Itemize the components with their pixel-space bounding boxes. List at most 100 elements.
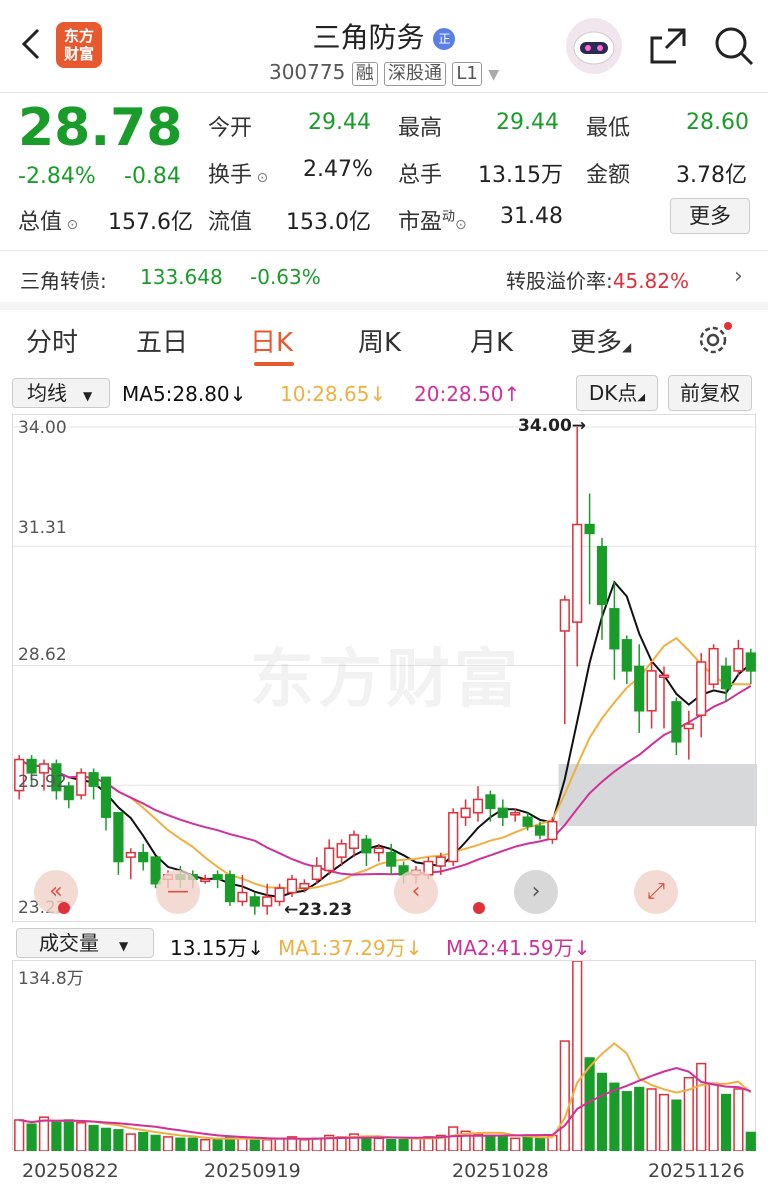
chevron-right-icon[interactable]: › [734, 264, 743, 289]
volume-bar [262, 1138, 273, 1152]
volume-bar [187, 1137, 198, 1152]
volume-bar [534, 1137, 546, 1152]
tab-active-indicator [254, 362, 294, 366]
adjust-button[interactable]: 前复权 [668, 375, 752, 411]
volume-bar [410, 1137, 422, 1152]
search-icon[interactable] [712, 24, 756, 68]
marker-dot [58, 902, 70, 914]
volume-bar [51, 1120, 62, 1152]
candle-body [435, 856, 446, 867]
high-label: 最高 [398, 116, 443, 141]
tab-monthly-k[interactable]: 月K [470, 322, 513, 359]
volume-bar [485, 1134, 496, 1152]
candle-body [448, 812, 459, 863]
volume-bar [150, 1134, 161, 1152]
rewind-icon[interactable]: « [34, 870, 78, 914]
volume-chart[interactable] [12, 960, 756, 1152]
volume-bar [671, 1099, 682, 1152]
ma5-value: MA5:28.80↓ [122, 382, 247, 406]
tab-weekly-k[interactable]: 周K [358, 322, 401, 359]
bond-price: 133.648 [140, 265, 223, 289]
candle-body [621, 639, 632, 672]
info-icon[interactable]: ⊙ [62, 217, 78, 233]
volume-bar [559, 1040, 570, 1152]
robot-avatar-icon[interactable] [566, 18, 622, 74]
candle-body [237, 891, 248, 903]
volume-bar [448, 1126, 459, 1152]
volume-select[interactable]: 成交量 ▼ [16, 928, 154, 958]
candle-body [212, 874, 223, 881]
volume-bar [745, 1131, 756, 1152]
candle-body [584, 523, 595, 535]
settings-icon[interactable] [696, 322, 732, 358]
candle-body [26, 758, 37, 774]
pe-sup: 动 [442, 209, 456, 225]
volume-bar [596, 1072, 608, 1152]
badge-rong: 融 [351, 62, 378, 86]
vol-max-label: 134.8万 [18, 969, 84, 989]
high-value: 29.44 [496, 110, 559, 135]
low-label: 最低 [586, 116, 631, 141]
candle-body [745, 652, 756, 672]
watermark: 东方财富 [250, 643, 522, 717]
candle-body [671, 701, 682, 743]
mcap-label: 总值 ⊙ [18, 210, 79, 235]
next-icon[interactable]: › [514, 870, 558, 914]
dropdown-icon: ▼ [83, 389, 93, 403]
tab-intraday[interactable]: 分时 [26, 322, 78, 359]
prev-icon[interactable]: ‹ [394, 870, 438, 914]
open-value: 29.44 [308, 110, 371, 135]
date-label: 20251028 [452, 1160, 549, 1182]
info-icon[interactable]: ⊙ [252, 170, 268, 186]
volume-bar [76, 1122, 87, 1152]
date-label: 20251126 [648, 1160, 745, 1182]
pe-value: 31.48 [500, 204, 563, 229]
volume-bar [249, 1138, 260, 1152]
volume-bar [200, 1138, 211, 1152]
ma-select[interactable]: 均线 ▼ [12, 378, 110, 408]
volume-label: 总手 [398, 163, 443, 188]
candle-body [361, 838, 372, 854]
dropdown-icon[interactable]: ▼ [488, 67, 499, 83]
volume-bar [522, 1136, 533, 1152]
amount-value: 3.78亿 [676, 163, 747, 188]
candle-body [200, 878, 211, 883]
verified-badge: 正 [433, 28, 456, 50]
pe-label: 市盈动⊙ [398, 209, 467, 235]
volume-bar [720, 1093, 732, 1152]
premium-row[interactable]: 转股溢价率:45.82% [506, 265, 689, 294]
candle-body [559, 599, 570, 632]
candle-body [224, 874, 236, 903]
volume-bar [38, 1116, 50, 1152]
turnover-label: 换手 ⊙ [208, 163, 269, 188]
tab-more[interactable]: 更多◢ [570, 322, 631, 359]
volume-bar [621, 1091, 632, 1152]
candle-body [262, 896, 273, 907]
share-icon[interactable] [646, 24, 690, 68]
dk-button[interactable]: DK点◢ [576, 375, 658, 411]
volume-bar [88, 1124, 99, 1152]
candle-body [708, 647, 719, 685]
date-label: 20250919 [204, 1160, 301, 1182]
bond-change: -0.63% [250, 265, 321, 289]
change-pct: -2.84% [18, 164, 96, 189]
zoom-out-icon[interactable]: — [156, 870, 200, 914]
low-marker: ←23.23 [284, 900, 353, 920]
candle-body [534, 825, 546, 836]
high-marker: 34.00→ [518, 416, 587, 436]
volume-bar [162, 1136, 174, 1152]
tab-5day[interactable]: 五日 [136, 322, 188, 359]
volume-bar [572, 960, 583, 1152]
candle-body [113, 812, 124, 863]
candle-body [286, 878, 298, 894]
more-button[interactable]: 更多 [670, 198, 750, 234]
candle-body [733, 647, 744, 672]
volume-bar [658, 1093, 670, 1152]
amount-label: 金额 [586, 163, 631, 188]
info-icon[interactable]: ⊙ [455, 217, 467, 233]
tab-daily-k[interactable]: 日K [250, 322, 293, 359]
y-label-top: 34.00 [18, 418, 67, 438]
fullscreen-icon[interactable]: ⤢ [634, 870, 678, 914]
stock-name: 三角防务 [312, 21, 425, 54]
ma10-value: 10:28.65↓ [280, 382, 387, 406]
